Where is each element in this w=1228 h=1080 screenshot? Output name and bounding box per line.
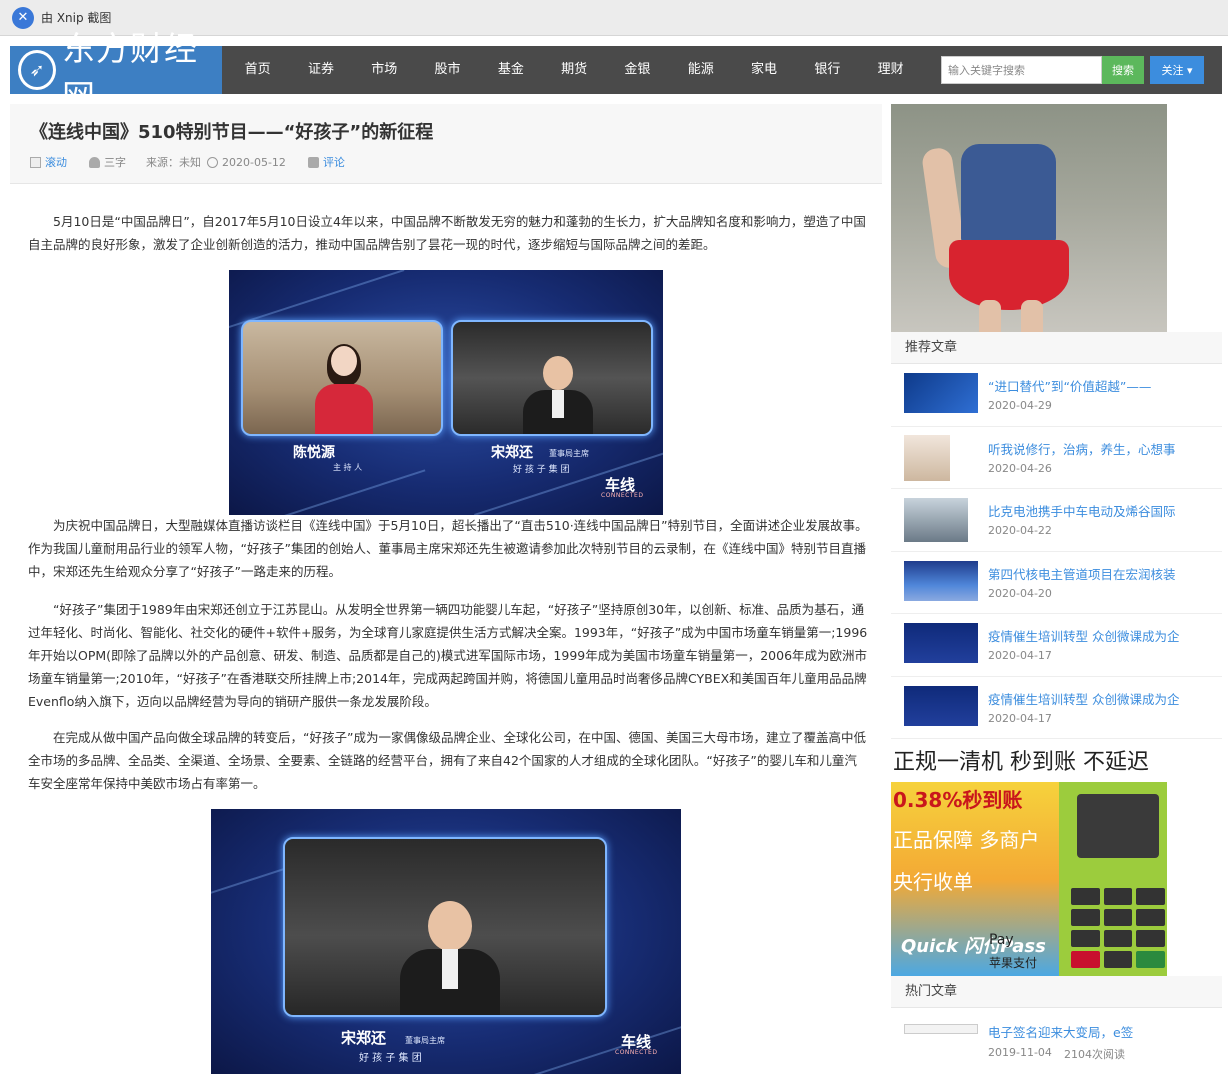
article-date: 2020-04-26	[988, 461, 1052, 475]
article-date: 2020-04-29	[988, 399, 1052, 412]
host-name-caption: 陈悦源	[293, 445, 335, 461]
nav-item-home[interactable]: 首页	[226, 46, 289, 94]
nav-item-banking[interactable]: 银行	[796, 46, 859, 94]
nav-item-energy[interactable]: 能源	[669, 46, 732, 94]
list-item[interactable]: 疫情催生培训转型 众创微课成为企 2020-04-17	[891, 677, 1222, 739]
article-views: 2104次阅读	[1064, 1048, 1125, 1061]
article-container: 《连线中国》510特别节目——“好孩子”的新征程 滚动 三字 来源：未知 202…	[10, 104, 882, 1080]
comment-icon	[307, 156, 319, 168]
host-role-caption: 主 持 人	[333, 463, 363, 472]
search-button[interactable]: 搜索	[1102, 56, 1144, 84]
article-link[interactable]: 疫情催生培训转型 众创微课成为企	[988, 689, 1179, 708]
list-item[interactable]: “进口替代”到“价值超越”—— 2020-04-29	[891, 364, 1222, 427]
ad-headline: 正规一清机 秒到账 不延迟	[891, 744, 1167, 782]
article-date: 2020-04-22	[988, 524, 1052, 537]
article-link[interactable]: “进口替代”到“价值超越”——	[988, 376, 1151, 395]
guest-video-panel-large	[283, 837, 607, 1017]
nav-item-appliances[interactable]: 家电	[732, 46, 795, 94]
list-item[interactable]: 电子签名迎来大变局，e签 2019-11-04 2104次阅读	[891, 1008, 1222, 1080]
article-thumbnail[interactable]	[904, 498, 968, 542]
article-paragraph: 5月10日是“中国品牌日”，自2017年5月10日设立4年以来，中国品牌不断散发…	[28, 214, 866, 252]
article-link[interactable]: 电子签名迎来大变局，e签	[988, 1022, 1133, 1041]
nav-item-futures[interactable]: 期货	[542, 46, 605, 94]
category-link[interactable]: 滚动	[45, 154, 67, 170]
article-thumbnail[interactable]	[904, 560, 978, 601]
guest-role-caption: 董事局主席	[549, 449, 589, 458]
article-date: 2020-04-17	[988, 711, 1052, 725]
publish-date: 2020-05-12	[222, 155, 286, 169]
article-image-guest: 宋郑还 董事局主席 好 孩 子 集 团 车线 CONNECTED	[211, 809, 681, 1074]
article-title: 《连线中国》510特别节目——“好孩子”的新征程	[30, 122, 434, 143]
guest-name-caption: 宋郑还	[491, 445, 533, 461]
source-text: 来源：未知	[146, 156, 201, 169]
nav-item-funds[interactable]: 基金	[479, 46, 542, 94]
apple-pay-logo: Pay	[989, 932, 1014, 948]
pos-device-icon	[1059, 782, 1167, 977]
list-item[interactable]: 疫情催生培训转型 众创微课成为企 2020-04-17	[891, 614, 1222, 677]
recommended-section-title: 推荐文章	[891, 332, 1222, 364]
ad-feature-line: 正品保障 多商户	[893, 828, 1040, 852]
article-link[interactable]: 第四代核电主管道项目在宏润核装	[988, 564, 1176, 583]
ad-rate-line: 0.38%秒到账	[893, 788, 1023, 812]
comment-link[interactable]: 评论	[323, 154, 345, 170]
apple-pay-label: 苹果支付	[989, 956, 1038, 970]
article-thumbnail[interactable]	[904, 623, 978, 663]
article-header: 《连线中国》510特别节目——“好孩子”的新征程 滚动 三字 来源：未知 202…	[10, 104, 882, 184]
site-header: ➶ 东方财经网 首页 证券 市场 股市 基金 期货 金银 能源 家电 银行 理财…	[10, 29, 1222, 116]
article-date: 2019-11-04	[988, 1046, 1052, 1059]
nav-item-stocks[interactable]: 股市	[416, 46, 479, 94]
guest-org-caption: 好 孩 子 集 团	[359, 1053, 422, 1064]
hot-section-title: 热门文章	[891, 976, 1222, 1008]
article-date: 2020-04-17	[988, 649, 1052, 662]
clock-icon	[207, 156, 218, 168]
recommended-list: “进口替代”到“价值超越”—— 2020-04-29 听我说修行，治病，养生，心…	[891, 364, 1222, 739]
guest-role-caption: 董事局主席	[405, 1036, 445, 1045]
list-item[interactable]: 第四代核电主管道项目在宏润核装 2020-04-20	[891, 552, 1222, 614]
list-item[interactable]: 听我说修行，治病，养生，心想事 2020-04-26	[891, 427, 1222, 489]
main-nav: 首页 证券 市场 股市 基金 期货 金银 能源 家电 银行 理财	[226, 46, 922, 94]
article-thumbnail[interactable]	[904, 685, 978, 726]
ad-feature-line: 央行收单	[893, 870, 973, 894]
pos-terminal-ad[interactable]: 正规一清机 秒到账 不延迟 0.38%秒到账 正品保障 多商户 央行收单 Qui…	[891, 744, 1167, 977]
guest-video-panel	[451, 320, 653, 436]
search-input[interactable]	[941, 56, 1102, 84]
site-logo[interactable]: ➶ 东方财经网	[10, 29, 222, 116]
article-link[interactable]: 疫情催生培训转型 众创微课成为企	[988, 626, 1179, 645]
guest-org-caption: 好 孩 子 集 团	[513, 465, 570, 475]
article-paragraph: 为庆祝中国品牌日，大型融媒体直播访谈栏目《连线中国》于5月10日，超长播出了“直…	[28, 518, 868, 579]
author-icon	[89, 156, 100, 168]
article-thumbnail[interactable]	[904, 434, 950, 481]
article-date: 2020-04-20	[988, 586, 1052, 600]
article-meta: 滚动 三字 来源：未知 2020-05-12 评论	[30, 154, 345, 170]
xnip-logo-icon: ✕	[12, 6, 34, 29]
category-icon	[30, 156, 41, 168]
article-image-interview: 陈悦源 主 持 人 宋郑还 董事局主席 好 孩 子 集 团 车线 CONNECT…	[229, 270, 663, 515]
nav-item-gold-silver[interactable]: 金银	[606, 46, 669, 94]
nav-item-securities[interactable]: 证券	[289, 46, 352, 94]
host-video-panel	[241, 320, 443, 436]
article-paragraph: “好孩子”集团于1989年由宋郑还创立于江苏昆山。从发明全世界第一辆四功能婴儿车…	[28, 602, 868, 709]
article-link[interactable]: 听我说修行，治病，养生，心想事	[988, 439, 1176, 458]
show-brand-sub: CONNECTED	[601, 492, 644, 499]
nav-item-wealth[interactable]: 理财	[859, 46, 922, 94]
guest-name-caption: 宋郑还	[341, 1029, 387, 1047]
show-brand-sub: CONNECTED	[615, 1049, 658, 1056]
fashion-ad-image[interactable]	[891, 104, 1167, 333]
article-thumbnail[interactable]	[904, 373, 978, 413]
nav-item-market[interactable]: 市场	[353, 46, 416, 94]
author-name: 三字	[104, 156, 126, 169]
bird-logo-icon: ➶	[18, 50, 56, 90]
article-link[interactable]: 比克电池携手中车电动及烯谷国际	[988, 501, 1176, 520]
ad-body: 0.38%秒到账 正品保障 多商户 央行收单 Quick 闪付Pass Pay …	[891, 782, 1167, 977]
list-item[interactable]: 比克电池携手中车电动及烯谷国际 2020-04-22	[891, 489, 1222, 552]
sidebar: 推荐文章 “进口替代”到“价值超越”—— 2020-04-29 听我说修行，治病…	[891, 104, 1222, 1080]
article-thumbnail[interactable]	[904, 1024, 978, 1034]
follow-dropdown-button[interactable]: 关注 ▾	[1150, 56, 1204, 84]
article-paragraph: 在完成从做中国产品向做全球品牌的转变后，“好孩子”成为一家偶像级品牌企业、全球化…	[28, 730, 866, 791]
